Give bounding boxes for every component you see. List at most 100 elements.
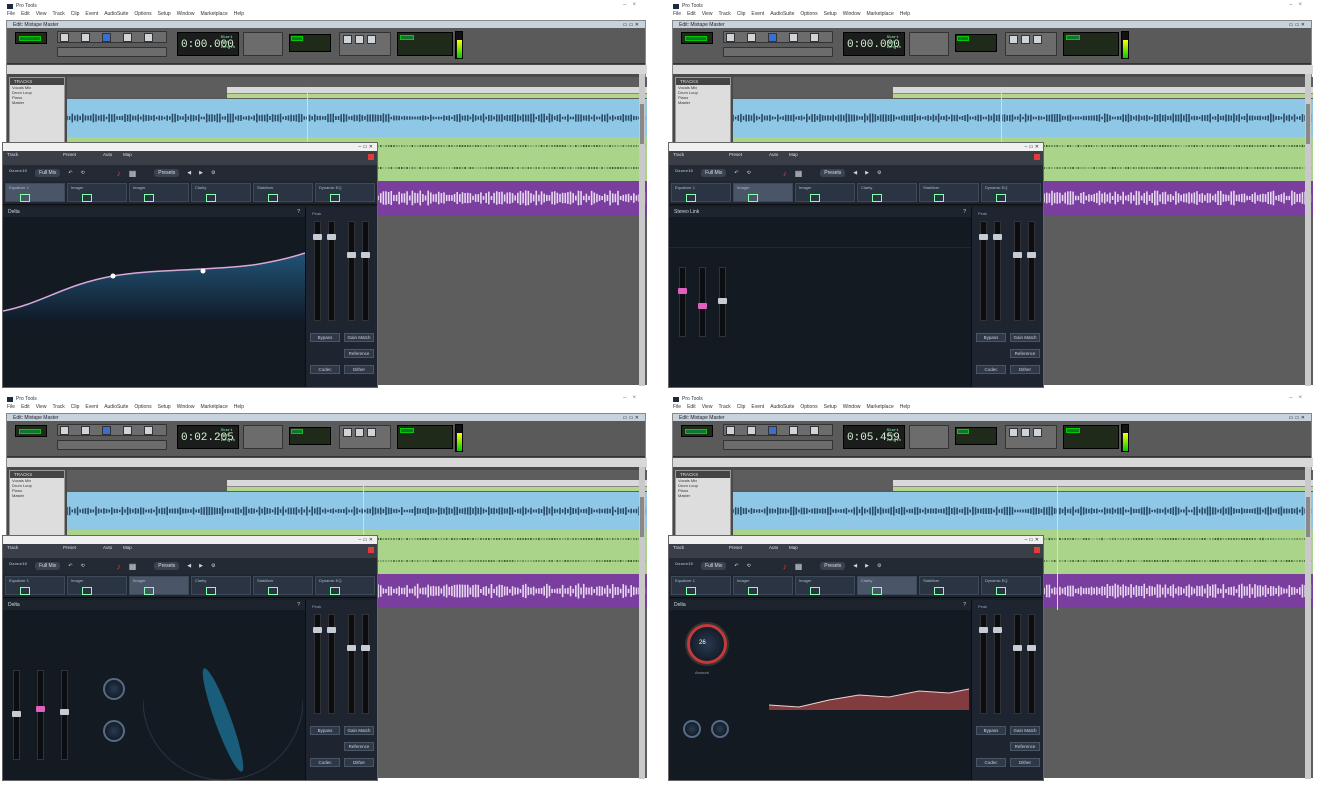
trim-tool-icon[interactable]: [81, 33, 90, 42]
reference-button[interactable]: Reference: [344, 742, 374, 751]
module-slot[interactable]: Imager: [129, 183, 189, 202]
menu-item[interactable]: Marketplace: [866, 404, 893, 412]
play-icon[interactable]: [355, 428, 364, 437]
play-icon[interactable]: [355, 35, 364, 44]
edit-window-controls[interactable]: ▭ ▭ ✕: [1289, 415, 1305, 421]
width-fader[interactable]: [12, 670, 21, 760]
assistant-icon[interactable]: ♪: [783, 169, 787, 178]
menu-item[interactable]: Options: [134, 404, 151, 412]
next-preset-icon[interactable]: ▶: [865, 170, 869, 176]
bypass-button[interactable]: Bypass: [976, 726, 1006, 735]
reference-button[interactable]: Reference: [1010, 742, 1040, 751]
width-fader[interactable]: [718, 267, 727, 337]
menu-item[interactable]: View: [702, 404, 713, 412]
menu-item[interactable]: Options: [800, 404, 817, 412]
zoom-tool-icon[interactable]: [60, 426, 69, 435]
power-icon[interactable]: [1034, 154, 1040, 160]
menu-item[interactable]: AudioSuite: [104, 11, 128, 19]
tracks-list-item[interactable]: Master: [676, 100, 730, 105]
record-icon[interactable]: [1033, 35, 1042, 44]
menu-item[interactable]: Marketplace: [200, 404, 227, 412]
module-view-icon[interactable]: ▦: [129, 562, 137, 571]
module-slot[interactable]: Clarity: [191, 183, 251, 202]
edit-window-controls[interactable]: ▭ ▭ ✕: [623, 22, 639, 28]
input-fader[interactable]: [313, 221, 322, 321]
plugin-window-controls[interactable]: – ▭ ✕: [359, 537, 373, 543]
menu-item[interactable]: File: [7, 11, 15, 19]
grid-nudge-controls[interactable]: [723, 47, 833, 57]
output-fader[interactable]: [1027, 614, 1036, 714]
module-slot[interactable]: Imager: [795, 183, 855, 202]
window-controls[interactable]: –×: [1289, 2, 1308, 8]
codec-button[interactable]: Codec: [976, 758, 1006, 767]
trim-tool-icon[interactable]: [747, 426, 756, 435]
preset-mode-button[interactable]: Full Mix: [701, 169, 727, 177]
prev-preset-icon[interactable]: ◀: [853, 170, 857, 176]
play-icon[interactable]: [1021, 35, 1030, 44]
bypass-button[interactable]: Bypass: [310, 726, 340, 735]
main-counter[interactable]: 0:00.000 Start End Length: [177, 32, 239, 56]
module-slot[interactable]: Stabilizer: [919, 183, 979, 202]
dither-button[interactable]: Dither: [344, 365, 374, 374]
menu-item[interactable]: Window: [177, 11, 195, 19]
module-sub-label[interactable]: Stereo Link: [674, 209, 699, 215]
output-fader[interactable]: [1027, 221, 1036, 321]
width-fader[interactable]: [36, 670, 45, 760]
module-slot[interactable]: Imager: [67, 576, 127, 595]
menu-item[interactable]: Help: [900, 404, 910, 412]
menu-item[interactable]: Clip: [71, 404, 80, 412]
input-fader[interactable]: [979, 614, 988, 714]
menu-item[interactable]: View: [36, 11, 47, 19]
tracks-list-item[interactable]: Master: [10, 493, 64, 498]
grabber-tool-icon[interactable]: [123, 426, 132, 435]
prev-preset-icon[interactable]: ◀: [187, 170, 191, 176]
menu-item[interactable]: Setup: [158, 11, 171, 19]
tracks-list-item[interactable]: Master: [10, 100, 64, 105]
menu-item[interactable]: Clip: [737, 404, 746, 412]
release-knob[interactable]: [711, 720, 729, 738]
undo-icon[interactable]: ↶: [68, 170, 72, 176]
clip-vocal-1[interactable]: [67, 492, 647, 530]
clarity-amount-knob[interactable]: [687, 624, 727, 664]
grid-nudge-controls[interactable]: [57, 440, 167, 450]
width-fader[interactable]: [678, 267, 687, 337]
play-icon[interactable]: [1021, 428, 1030, 437]
attack-knob[interactable]: [683, 720, 701, 738]
trim-tool-icon[interactable]: [747, 33, 756, 42]
preset-mode-button[interactable]: Full Mix: [701, 562, 727, 570]
trim-tool-icon[interactable]: [81, 426, 90, 435]
window-controls[interactable]: –×: [623, 395, 642, 401]
menu-item[interactable]: Edit: [687, 11, 696, 19]
scrollbar-thumb[interactable]: [640, 497, 644, 537]
record-icon[interactable]: [1033, 428, 1042, 437]
module-slot[interactable]: Imager: [733, 183, 793, 202]
preset-mode-button[interactable]: Full Mix: [35, 562, 61, 570]
grabber-tool-icon[interactable]: [123, 33, 132, 42]
gain-match-button[interactable]: Gain Match: [1010, 333, 1040, 342]
codec-button[interactable]: Codec: [310, 758, 340, 767]
record-icon[interactable]: [367, 35, 376, 44]
menu-item[interactable]: Event: [85, 11, 98, 19]
stop-icon[interactable]: [343, 428, 352, 437]
grid-nudge-controls[interactable]: [57, 47, 167, 57]
module-slot[interactable]: Dynamic EQ: [315, 576, 375, 595]
module-sub-label[interactable]: Delta: [674, 602, 686, 608]
menu-item[interactable]: Track: [718, 404, 730, 412]
width-fader[interactable]: [698, 267, 707, 337]
vertical-scrollbar[interactable]: [1305, 467, 1311, 779]
gain-match-button[interactable]: Gain Match: [344, 726, 374, 735]
menu-item[interactable]: Setup: [158, 404, 171, 412]
module-slot[interactable]: Imager: [67, 183, 127, 202]
selector-tool-icon[interactable]: [102, 426, 111, 435]
selector-tool-icon[interactable]: [768, 426, 777, 435]
module-slot[interactable]: Dynamic EQ: [981, 576, 1041, 595]
menu-item[interactable]: File: [7, 404, 15, 412]
zoom-tool-icon[interactable]: [60, 33, 69, 42]
assistant-icon[interactable]: ♪: [117, 169, 121, 178]
output-fader[interactable]: [347, 221, 356, 321]
input-fader[interactable]: [327, 221, 336, 321]
menu-item[interactable]: Setup: [824, 11, 837, 19]
grabber-tool-icon[interactable]: [789, 426, 798, 435]
menu-item[interactable]: Help: [234, 404, 244, 412]
power-icon[interactable]: [368, 547, 374, 553]
